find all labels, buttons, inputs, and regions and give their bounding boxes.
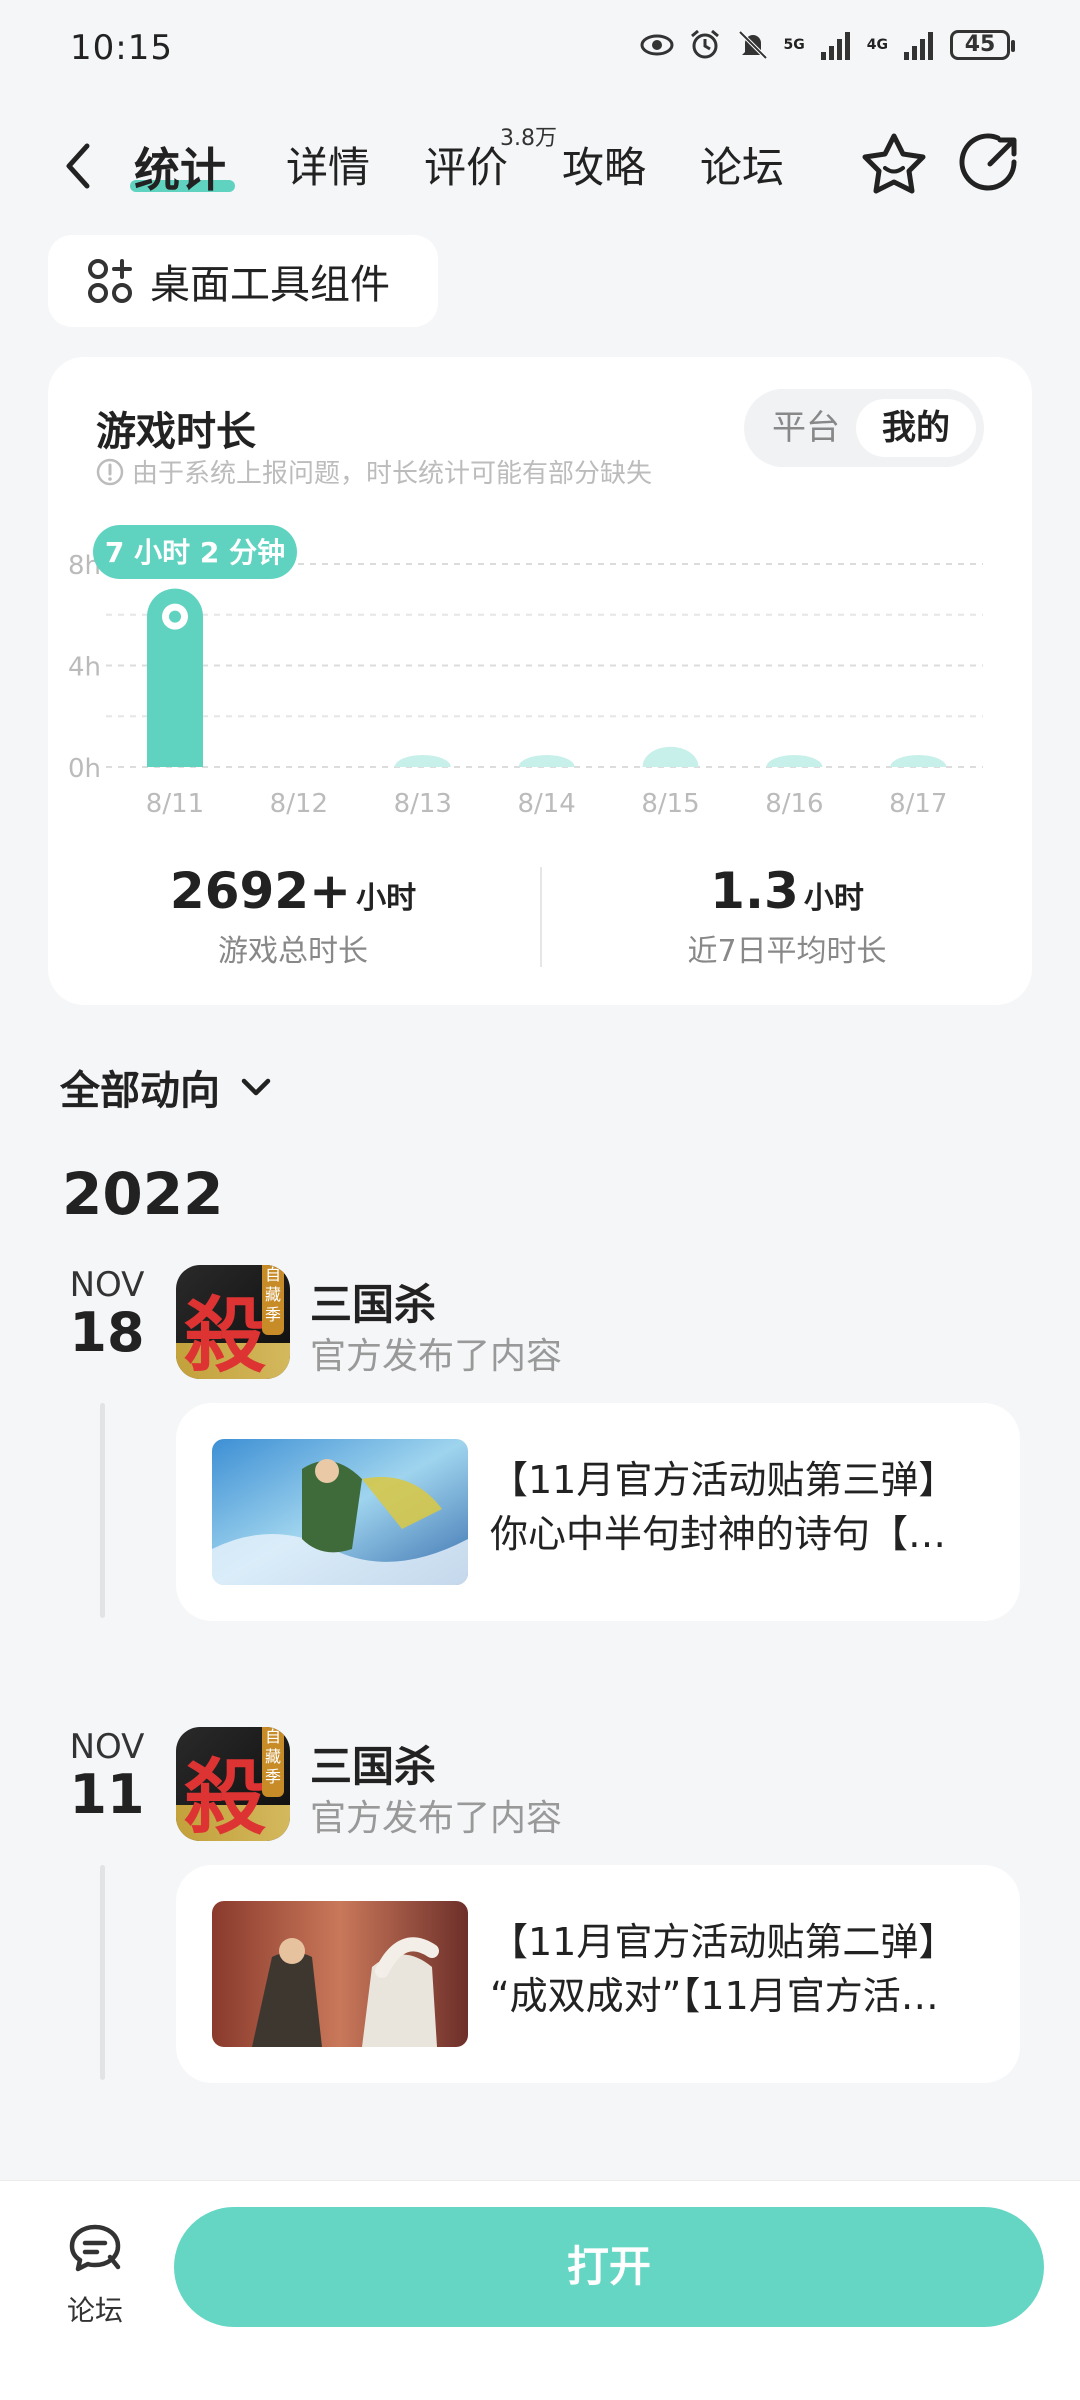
total-playtime-label: 游戏总时长 xyxy=(218,934,368,969)
timeline-line xyxy=(100,1865,105,2080)
bar xyxy=(394,755,451,767)
status-bar: 10:15 5G 4G 45 xyxy=(0,0,1080,100)
icon-tag: 自藏季 xyxy=(262,1265,284,1335)
share-icon[interactable] xyxy=(954,128,1026,200)
x-tick-label: 8/11 xyxy=(146,789,204,819)
feed-year: 2022 xyxy=(62,1160,224,1228)
post-text: 【11月官方活动贴第二弹】 “成双成对”【11月官方活… xyxy=(490,1915,990,2023)
post-card[interactable]: 【11月官方活动贴第二弹】 “成双成对”【11月官方活… xyxy=(176,1865,1020,2083)
review-count-badge: 3.8万 xyxy=(500,126,557,151)
tab-forum[interactable]: 论坛 xyxy=(700,134,784,195)
feed-app-name[interactable]: 三国杀 xyxy=(310,1733,436,1794)
status-icons: 5G 4G 45 xyxy=(640,28,1015,62)
bar xyxy=(518,755,575,767)
icon-tag: 自藏季 xyxy=(262,1727,284,1797)
x-tick-label: 8/13 xyxy=(394,789,452,819)
star-icon[interactable] xyxy=(858,128,930,200)
feed-action: 官方发布了内容 xyxy=(310,1336,563,1377)
network-5g-label: 5G xyxy=(783,37,805,53)
x-tick-label: 8/16 xyxy=(765,789,823,819)
activity-filter-label: 全部动向 xyxy=(60,1068,220,1114)
x-tick-label: 8/17 xyxy=(889,789,947,819)
x-tick-label: 8/12 xyxy=(270,789,328,819)
widget-grid-icon xyxy=(88,259,132,303)
chat-bubble-icon xyxy=(69,2224,121,2272)
icon-glyph: 殺 xyxy=(184,1750,267,1841)
sanguosha-app-icon[interactable]: 殺 自藏季 xyxy=(176,1727,290,1841)
bar-dot-inner xyxy=(169,610,181,623)
avg-playtime-label: 近7日平均时长 xyxy=(687,934,887,969)
signal-icon-2 xyxy=(904,32,933,60)
open-game-button[interactable]: 打开 xyxy=(174,2207,1044,2327)
tab-stats[interactable]: 统计 xyxy=(134,134,226,200)
network-4g-label: 4G xyxy=(866,37,888,53)
feed-action: 官方发布了内容 xyxy=(310,1798,563,1839)
feed-month: NOV xyxy=(69,1727,145,1767)
feed-date: NOV 11 xyxy=(62,1727,152,1826)
status-time: 10:15 xyxy=(70,28,173,68)
timeline-line xyxy=(100,1403,105,1618)
feed-month: NOV xyxy=(69,1265,145,1305)
post-card[interactable]: 【11月官方活动贴第三弹】 你心中半句封神的诗句【… xyxy=(176,1403,1020,1621)
alarm-icon xyxy=(690,29,719,59)
y-tick-label: 4h xyxy=(68,653,101,683)
top-nav: 统计 详情 评价 3.8万 攻略 论坛 xyxy=(0,110,1080,220)
back-arrow-icon[interactable] xyxy=(55,136,103,196)
total-playtime-stat: 2692+ 小时 游戏总时长 xyxy=(48,862,538,970)
x-tick-label: 8/15 xyxy=(641,789,699,819)
signal-icon xyxy=(820,32,850,60)
feed-app-name[interactable]: 三国杀 xyxy=(310,1271,436,1332)
total-playtime-value: 2692+ xyxy=(169,862,351,920)
chevron-down-icon xyxy=(241,1078,271,1096)
post-title-line-1: 【11月官方活动贴第三弹】 xyxy=(490,1458,957,1502)
tab-guides[interactable]: 攻略 xyxy=(562,134,646,195)
total-playtime-unit: 小时 xyxy=(356,881,417,916)
icon-glyph: 殺 xyxy=(184,1288,267,1379)
tab-details[interactable]: 详情 xyxy=(286,134,370,195)
bar xyxy=(642,746,699,767)
tab-reviews[interactable]: 评价 xyxy=(424,134,508,195)
forum-button[interactable]: 论坛 xyxy=(50,2219,140,2329)
feed-day: 11 xyxy=(69,1763,145,1826)
x-tick-label: 8/14 xyxy=(517,789,575,819)
eye-icon xyxy=(640,34,674,56)
forum-button-label: 论坛 xyxy=(66,2294,123,2327)
post-text: 【11月官方活动贴第三弹】 你心中半句封神的诗句【… xyxy=(490,1453,990,1561)
post-thumbnail xyxy=(212,1439,468,1585)
desktop-widget-button[interactable]: 桌面工具组件 xyxy=(48,235,438,327)
bottom-bar: 论坛 打开 xyxy=(0,2180,1080,2400)
avg-playtime-stat: 1.3 小时 近7日平均时长 xyxy=(542,862,1032,970)
avg-playtime-value: 1.3 xyxy=(710,862,799,920)
post-title-line-2: “成双成对”【11月官方活… xyxy=(490,1974,939,2018)
battery-indicator: 45 xyxy=(950,30,1015,60)
bar xyxy=(766,755,823,767)
feed-day: 18 xyxy=(69,1301,145,1364)
feed-date: NOV 18 xyxy=(62,1265,152,1364)
play-time-card: 游戏时长 由于系统上报问题，时长统计可能有部分缺失 平台 我的 0h 4h 8h 8/… xyxy=(48,357,1032,1005)
activity-filter-dropdown[interactable]: 全部动向 xyxy=(60,1058,276,1116)
tooltip-text: 7 小时 2 分钟 xyxy=(105,536,285,569)
sanguosha-app-icon[interactable]: 殺 自藏季 xyxy=(176,1265,290,1379)
y-tick-label: 0h xyxy=(68,754,101,784)
desktop-widget-label: 桌面工具组件 xyxy=(150,262,390,308)
avg-playtime-unit: 小时 xyxy=(803,881,864,916)
bar xyxy=(890,755,947,767)
post-title-line-2: 你心中半句封神的诗句【… xyxy=(490,1512,947,1556)
post-thumbnail xyxy=(212,1901,468,2047)
post-title-line-1: 【11月官方活动贴第二弹】 xyxy=(490,1920,957,1964)
mute-bell-icon xyxy=(738,30,767,60)
